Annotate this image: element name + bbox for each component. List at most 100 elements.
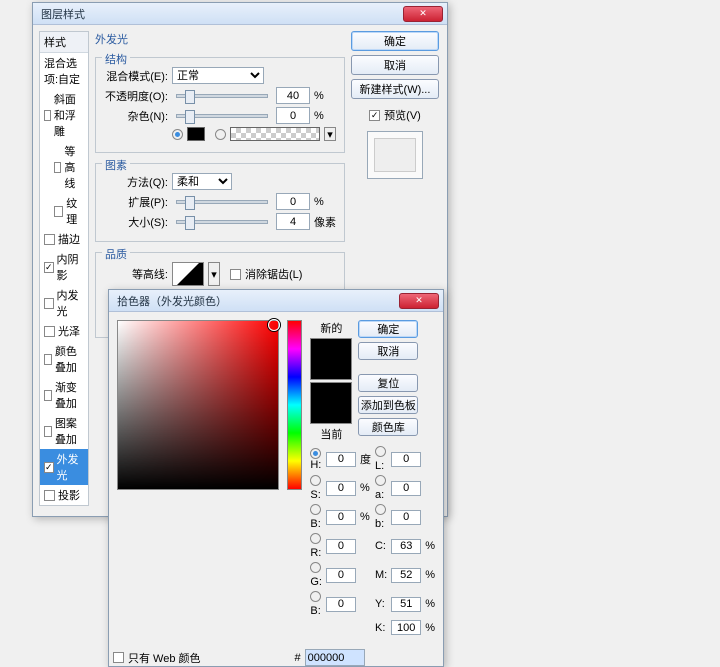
g-radio[interactable] xyxy=(310,562,321,573)
style-item[interactable]: 内阴影 xyxy=(40,249,88,285)
web-only-checkbox[interactable] xyxy=(113,652,124,663)
color-field[interactable] xyxy=(117,320,279,490)
label-contour: 等高线: xyxy=(104,266,168,282)
gradient-picker[interactable] xyxy=(230,127,320,141)
l-radio[interactable] xyxy=(375,446,386,457)
style-item[interactable]: 渐变叠加 xyxy=(40,377,88,413)
checkbox[interactable] xyxy=(44,462,54,473)
r-input[interactable] xyxy=(326,539,356,554)
picker-close-button[interactable]: ✕ xyxy=(399,293,439,309)
k-input[interactable] xyxy=(391,620,421,635)
checkbox[interactable] xyxy=(44,390,52,401)
add-swatch-button[interactable]: 添加到色板 xyxy=(358,396,418,414)
style-item[interactable]: 斜面和浮雕 xyxy=(40,89,88,141)
style-item-selected[interactable]: 外发光 xyxy=(40,449,88,485)
style-item[interactable]: 投影 xyxy=(40,485,88,505)
color-gradient-radio[interactable] xyxy=(215,129,226,140)
noise-slider[interactable] xyxy=(176,114,268,118)
label-hex: # xyxy=(295,652,301,664)
picker-reset-button[interactable]: 复位 xyxy=(358,374,418,392)
checkbox[interactable] xyxy=(44,426,52,437)
contour-dropdown-icon[interactable]: ▾ xyxy=(208,262,220,286)
cancel-button[interactable]: 取消 xyxy=(351,55,439,75)
style-item[interactable]: 描边 xyxy=(40,229,88,249)
current-color-swatch[interactable] xyxy=(310,382,352,424)
preview-checkbox[interactable] xyxy=(369,110,380,121)
h-radio[interactable] xyxy=(310,448,321,459)
checkbox[interactable] xyxy=(54,162,61,173)
label-preview: 预览(V) xyxy=(384,107,421,123)
s-input[interactable] xyxy=(326,481,356,496)
gradient-dropdown-icon[interactable]: ▾ xyxy=(324,127,336,141)
style-item[interactable]: 光泽 xyxy=(40,321,88,341)
label-new: 新的 xyxy=(320,320,342,336)
style-item[interactable]: 颜色叠加 xyxy=(40,341,88,377)
c-input[interactable] xyxy=(391,539,421,554)
spread-slider[interactable] xyxy=(176,200,268,204)
style-item[interactable]: 等高线 xyxy=(40,141,88,193)
a-input[interactable] xyxy=(391,481,421,496)
picker-ok-button[interactable]: 确定 xyxy=(358,320,418,338)
new-style-button[interactable]: 新建样式(W)... xyxy=(351,79,439,99)
group-quality: 品质 xyxy=(102,246,130,262)
checkbox[interactable] xyxy=(44,326,55,337)
unit-px: 像素 xyxy=(314,214,336,230)
b-input[interactable] xyxy=(326,597,356,612)
preview-box xyxy=(367,131,423,179)
checkbox[interactable] xyxy=(54,206,63,217)
style-item[interactable]: 内发光 xyxy=(40,285,88,321)
blendmode-select[interactable]: 正常 xyxy=(172,67,264,84)
label-opacity: 不透明度(O): xyxy=(104,88,168,104)
contour-picker[interactable] xyxy=(172,262,204,286)
label-size: 大小(S): xyxy=(104,214,168,230)
checkbox[interactable] xyxy=(44,262,54,273)
bv-radio[interactable] xyxy=(310,504,321,515)
checkbox[interactable] xyxy=(44,354,52,365)
styles-header: 样式 xyxy=(40,32,88,53)
r-radio[interactable] xyxy=(310,533,321,544)
picker-cancel-button[interactable]: 取消 xyxy=(358,342,418,360)
h-input[interactable] xyxy=(326,452,356,467)
noise-input[interactable] xyxy=(276,107,310,124)
a-radio[interactable] xyxy=(375,475,386,486)
lab-b-input[interactable] xyxy=(391,510,421,525)
hex-input[interactable] xyxy=(305,649,365,666)
s-radio[interactable] xyxy=(310,475,321,486)
label-technique: 方法(Q): xyxy=(104,174,168,190)
m-input[interactable] xyxy=(391,568,421,583)
style-item[interactable]: 图案叠加 xyxy=(40,413,88,449)
close-button[interactable]: ✕ xyxy=(403,6,443,22)
opacity-input[interactable] xyxy=(276,87,310,104)
color-solid-radio[interactable] xyxy=(172,129,183,140)
l-input[interactable] xyxy=(391,452,421,467)
picker-title: 拾色器（外发光颜色） xyxy=(117,293,227,309)
opacity-slider[interactable] xyxy=(176,94,268,98)
label-blendmode: 混合模式(E): xyxy=(104,68,168,84)
color-lib-button[interactable]: 颜色库 xyxy=(358,418,418,436)
bv-input[interactable] xyxy=(326,510,356,525)
label-web-only: 只有 Web 颜色 xyxy=(128,650,201,666)
style-list: 样式 混合选项:自定 斜面和浮雕 等高线 纹理 描边 内阴影 内发光 光泽 颜色… xyxy=(39,31,89,506)
bch-radio[interactable] xyxy=(310,591,321,602)
panel-title: 外发光 xyxy=(95,31,345,47)
technique-select[interactable]: 柔和 xyxy=(172,173,232,190)
size-slider[interactable] xyxy=(176,220,268,224)
checkbox[interactable] xyxy=(44,234,55,245)
b-radio[interactable] xyxy=(375,504,386,515)
g-input[interactable] xyxy=(326,568,356,583)
label-noise: 杂色(N): xyxy=(104,108,168,124)
checkbox[interactable] xyxy=(44,490,55,501)
checkbox[interactable] xyxy=(44,298,54,309)
size-input[interactable] xyxy=(276,213,310,230)
anti-alias-checkbox[interactable] xyxy=(230,269,241,280)
group-structure: 结构 xyxy=(102,51,130,67)
spread-input[interactable] xyxy=(276,193,310,210)
hue-slider[interactable] xyxy=(287,320,302,490)
style-item[interactable]: 纹理 xyxy=(40,193,88,229)
blend-options[interactable]: 混合选项:自定 xyxy=(40,53,88,89)
y-input[interactable] xyxy=(391,597,421,612)
label-spread: 扩展(P): xyxy=(104,194,168,210)
checkbox[interactable] xyxy=(44,110,51,121)
ok-button[interactable]: 确定 xyxy=(351,31,439,51)
color-swatch[interactable] xyxy=(187,127,205,141)
